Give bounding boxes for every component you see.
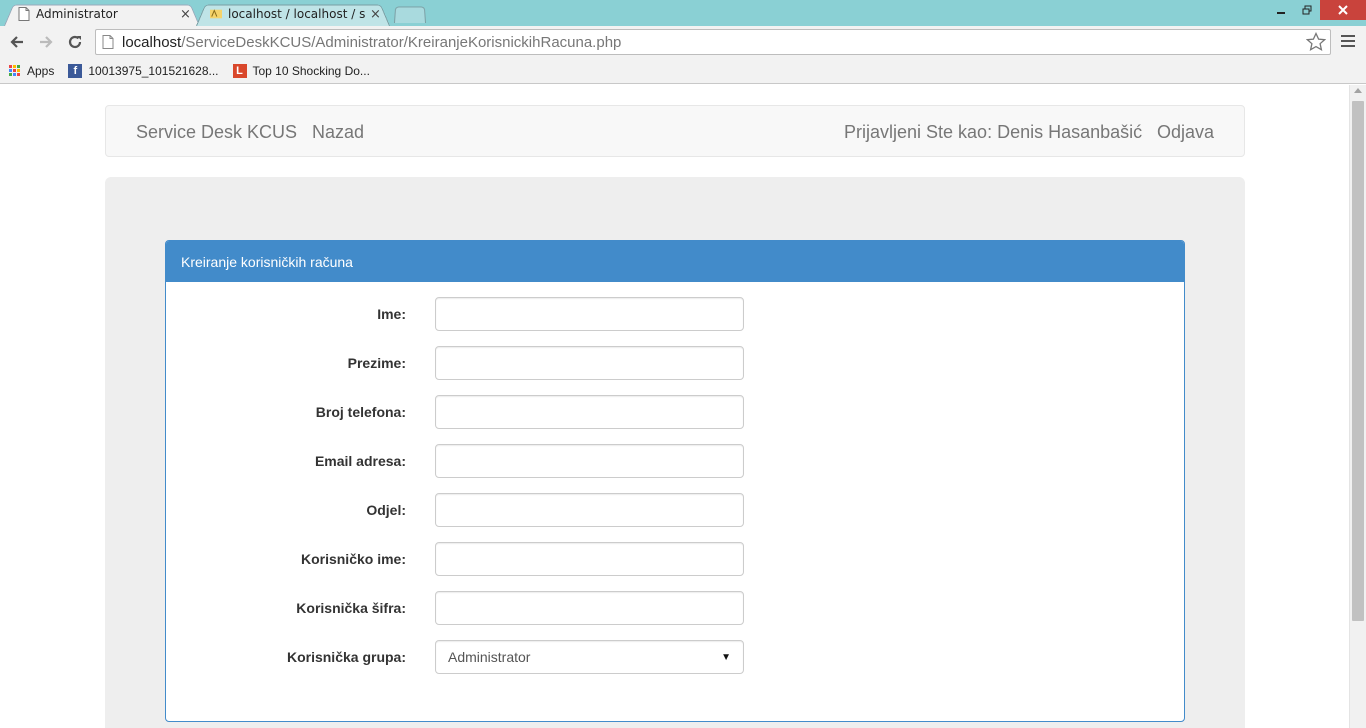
form-row-ime: Ime: [166,297,766,331]
panel-title: Kreiranje korisničkih računa [166,241,1184,282]
facebook-icon: f [68,63,83,78]
bookmark-star-icon[interactable] [1306,32,1326,52]
phone-input[interactable] [435,395,744,429]
address-bar[interactable]: localhost/ServiceDeskKCUS/Administrator/… [95,29,1331,55]
brand-link[interactable]: Service Desk KCUS [136,122,297,143]
email-input[interactable] [435,444,744,478]
field-label: Korisnička šifra: [296,600,406,616]
close-window-icon[interactable] [1320,0,1366,20]
form-row-grupa: Korisnička grupa: Administrator ▼ [166,640,766,674]
forward-arrow-icon[interactable] [35,32,57,52]
apps-grid-icon [7,64,21,78]
form-row-telefon: Broj telefona: [166,395,766,429]
form-row-odjel: Odjel: [166,493,766,527]
page-icon [18,7,30,21]
tab-close-icon[interactable]: × [180,7,190,22]
reload-icon[interactable] [64,32,86,52]
restore-icon[interactable] [1294,0,1320,20]
scroll-thumb[interactable] [1352,101,1364,621]
bookmark-label: Top 10 Shocking Do... [252,63,370,78]
form-row-sifra: Korisnička šifra: [166,591,766,625]
field-label: Email adresa: [314,453,406,469]
logout-link[interactable]: Odjava [1157,122,1214,143]
last-name-input[interactable] [435,346,744,380]
back-link[interactable]: Nazad [312,122,364,143]
field-label: Korisnička grupa: [286,649,406,665]
username-input[interactable] [435,542,744,576]
form-row-email: Email adresa: [166,444,766,478]
url-path: /ServiceDeskKCUS/Administrator/Kreiranje… [181,33,622,51]
field-label: Broj telefona: [315,404,406,420]
tab-title: Administrator [36,7,118,21]
bookmark-apps[interactable]: Apps [7,64,54,78]
top-navbar: Service Desk KCUS Nazad Prijavljeni Ste … [105,105,1245,157]
logged-in-user-link[interactable]: Prijavljeni Ste kao: Denis Hasanbašić [844,122,1142,143]
bookmark-facebook[interactable]: f 10013975_101521628... [68,63,219,78]
phpmyadmin-icon [210,9,222,19]
tab-phpmyadmin[interactable]: localhost / localhost / serv × [196,2,390,26]
new-tab-button[interactable] [394,5,426,23]
dropdown-caret-icon: ▼ [721,651,731,663]
tab-administrator[interactable]: Administrator × [4,2,200,26]
page-viewport: Service Desk KCUS Nazad Prijavljeni Ste … [0,85,1349,728]
first-name-input[interactable] [435,297,744,331]
browser-toolbar: localhost/ServiceDeskKCUS/Administrator/… [0,26,1366,58]
bookmarks-bar: Apps f 10013975_101521628... L Top 10 Sh… [0,58,1366,84]
field-label: Ime: [377,306,406,322]
field-label: Odjel: [366,502,406,518]
chrome-menu-icon[interactable] [1341,32,1355,50]
bookmark-top10[interactable]: L Top 10 Shocking Do... [232,63,370,78]
tab-title: localhost / localhost / serv [228,7,366,21]
form-row-korisnicko-ime: Korisničko ime: [166,542,766,576]
l-logo-icon: L [232,63,247,78]
password-input[interactable] [435,591,744,625]
user-group-select[interactable]: Administrator ▼ [435,640,744,674]
back-arrow-icon[interactable] [6,32,28,52]
select-value: Administrator [448,649,531,665]
scroll-up-arrow-icon[interactable] [1354,88,1362,93]
bookmark-label: 10013975_101521628... [88,63,219,78]
page-icon [102,35,114,49]
window-controls [1268,0,1366,20]
field-label: Korisničko ime: [300,551,406,567]
bookmark-label: Apps [27,63,55,78]
browser-titlebar: Administrator × localhost / localhost / … [0,0,1366,26]
minimize-icon[interactable] [1268,0,1294,20]
page-scrollbar[interactable] [1349,85,1366,728]
tab-close-icon[interactable]: × [370,7,380,22]
field-label: Prezime: [347,355,406,371]
form-row-prezime: Prezime: [166,346,766,380]
department-input[interactable] [435,493,744,527]
create-account-panel: Kreiranje korisničkih računa Ime: Prezim… [165,240,1185,722]
url-host: localhost [122,33,182,51]
